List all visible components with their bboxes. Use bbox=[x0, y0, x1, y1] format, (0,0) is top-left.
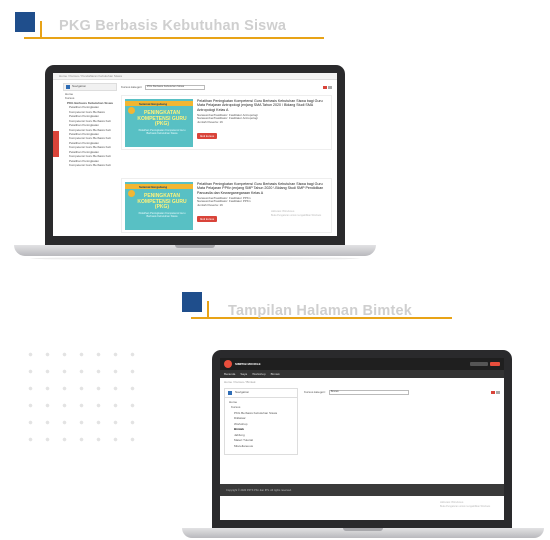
laptop-bimtek: SIMPKB MOODLE Beranda Saya Workshop Bimt… bbox=[0, 0, 550, 540]
tree-item[interactable]: Jabfung bbox=[229, 433, 295, 437]
tree-item[interactable]: Diklatsar bbox=[229, 416, 295, 420]
category-panel: Kursus kategori: Bimtek bbox=[304, 388, 500, 397]
tree-item[interactable]: Home bbox=[229, 400, 295, 404]
category-filter-row: Kursus kategori: Bimtek bbox=[304, 388, 500, 397]
list-icon[interactable] bbox=[496, 391, 500, 394]
navigation-label: Navigation bbox=[235, 390, 250, 395]
laptop-screen-bimtek: SIMPKB MOODLE Beranda Saya Workshop Bimt… bbox=[220, 358, 504, 520]
nav-item[interactable]: Beranda bbox=[224, 372, 235, 376]
tree-item[interactable]: Miscellaneous bbox=[229, 444, 295, 448]
footer: Copyright © 2020 P4TK PKn dan IPS. All r… bbox=[220, 484, 504, 496]
navigation-tree: Home Kursus PKG Berbasis Kebutuhan Siswa… bbox=[224, 398, 298, 455]
view-icon[interactable] bbox=[490, 391, 495, 394]
nav-item[interactable]: Workshop bbox=[252, 372, 265, 376]
nav-item[interactable]: Bimtek bbox=[271, 372, 280, 376]
footer-text: Copyright © 2020 P4TK PKn dan IPS. All r… bbox=[226, 488, 292, 492]
tree-item[interactable]: Materi Tutorial bbox=[229, 438, 295, 442]
breadcrumb: Home / Kursus / Bimtek bbox=[224, 380, 256, 384]
category-select[interactable]: Bimtek bbox=[328, 390, 409, 395]
watermark-subtitle: Buka Pengaturan untuk mengaktifkan Windo… bbox=[440, 504, 491, 508]
user-menu-button[interactable] bbox=[470, 362, 488, 366]
tree-item[interactable]: Workshop bbox=[229, 422, 295, 426]
nav-item[interactable]: Saya bbox=[240, 372, 247, 376]
windows-watermark: Aktivasi Windows Buka Pengaturan untuk m… bbox=[440, 500, 491, 508]
site-brand[interactable]: SIMPKB MOODLE bbox=[235, 362, 261, 366]
tree-item[interactable]: PKG Berbasis Kebutuhan Siswa bbox=[229, 411, 295, 415]
top-bar: SIMPKB MOODLE bbox=[220, 358, 504, 370]
filter-label: Kursus kategori: bbox=[304, 389, 326, 394]
tree-item[interactable]: Bimtek bbox=[229, 427, 295, 431]
logout-button[interactable] bbox=[490, 362, 500, 366]
navigation-header[interactable]: Navigation bbox=[224, 388, 298, 398]
tree-item[interactable]: Kursus bbox=[229, 405, 295, 409]
navigation-panel: Navigation Home Kursus PKG Berbasis Kebu… bbox=[224, 388, 298, 455]
navigation-icon bbox=[228, 391, 232, 395]
site-logo-icon bbox=[224, 360, 232, 368]
laptop-notch bbox=[343, 528, 383, 531]
main-nav: Beranda Saya Workshop Bimtek bbox=[220, 370, 504, 378]
